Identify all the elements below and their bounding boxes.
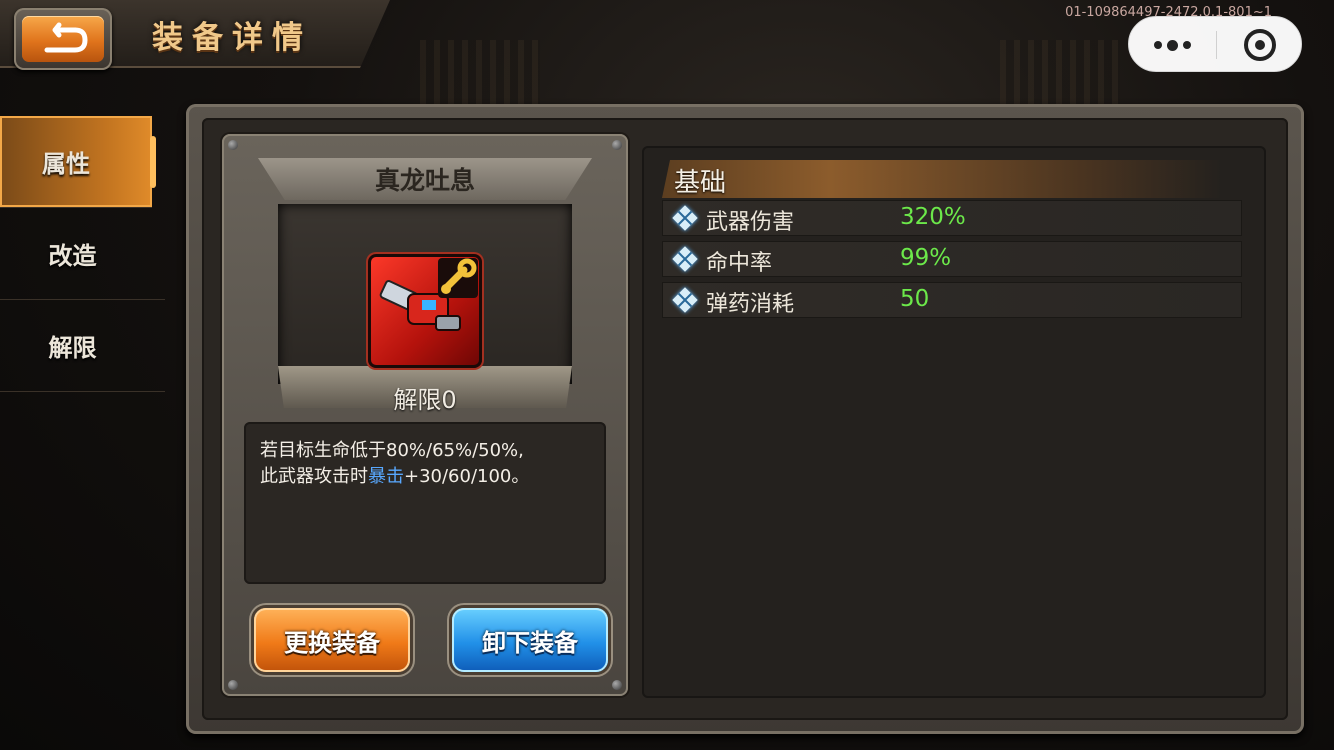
description-line: 若目标生命低于80%/65%/50%, bbox=[260, 440, 524, 461]
item-name-plate: 真龙吐息 bbox=[258, 158, 592, 200]
item-description: 若目标生命低于80%/65%/50%, 此武器攻击时暴击+30/60/100。 bbox=[244, 422, 606, 584]
more-dots-icon bbox=[1167, 39, 1178, 51]
section-title: 基础 bbox=[674, 168, 727, 198]
stat-row: 武器伤害 320% bbox=[662, 200, 1242, 236]
more-button[interactable] bbox=[1129, 17, 1216, 73]
rivet-decor bbox=[612, 680, 622, 690]
more-dots-icon bbox=[1154, 41, 1162, 49]
sidebar-item-unlock[interactable]: 解限 bbox=[0, 300, 165, 392]
sidebar-item-label: 改造 bbox=[48, 242, 97, 270]
rivet-decor bbox=[228, 140, 238, 150]
stat-value: 320% bbox=[900, 204, 966, 230]
stat-row: 命中率 99% bbox=[662, 241, 1242, 277]
target-circle-icon bbox=[1244, 29, 1276, 61]
diamond-bullet-icon bbox=[672, 205, 698, 231]
page-title: 装备详情 bbox=[152, 20, 312, 56]
sidebar: 属性 改造 解限 bbox=[0, 116, 165, 392]
description-text: 此武器攻击时 bbox=[260, 466, 368, 487]
more-dots-icon bbox=[1183, 41, 1191, 49]
diamond-bullet-icon bbox=[672, 246, 698, 272]
wrench-icon bbox=[438, 258, 478, 298]
stat-value: 50 bbox=[900, 286, 930, 312]
stat-row: 弹药消耗 50 bbox=[662, 282, 1242, 318]
rivet-decor bbox=[612, 140, 622, 150]
unequip-label: 卸下装备 bbox=[482, 628, 578, 657]
critical-keyword: 暴击 bbox=[368, 466, 404, 487]
back-arrow-icon bbox=[22, 16, 104, 62]
unlock-level-label: 解限0 bbox=[393, 386, 457, 414]
description-text: +30/60/100。 bbox=[404, 466, 530, 487]
item-icon-button[interactable] bbox=[368, 254, 482, 368]
item-card: 真龙吐息 解限0 若目标生命低于80%/65%/50%, 此武器攻击时暴击+30… bbox=[222, 134, 628, 696]
item-name: 真龙吐息 bbox=[374, 166, 475, 195]
replace-equipment-button[interactable]: 更换装备 bbox=[254, 608, 410, 672]
section-header: 基础 bbox=[662, 160, 1222, 198]
replace-equipment-label: 更换装备 bbox=[284, 628, 380, 657]
back-button[interactable] bbox=[14, 8, 112, 70]
close-miniprogram-button[interactable] bbox=[1217, 17, 1303, 73]
sidebar-item-modify[interactable]: 改造 bbox=[0, 208, 165, 300]
unequip-button[interactable]: 卸下装备 bbox=[452, 608, 608, 672]
sidebar-item-label: 解限 bbox=[48, 334, 97, 362]
sidebar-item-attributes[interactable]: 属性 bbox=[0, 116, 156, 208]
stat-label: 武器伤害 bbox=[706, 210, 795, 235]
stat-value: 99% bbox=[900, 245, 952, 271]
sidebar-item-label: 属性 bbox=[42, 150, 90, 178]
stats-panel: 基础 武器伤害 320% 命中率 99% 弹药消耗 50 bbox=[642, 146, 1266, 698]
description-line: 此武器攻击时暴击+30/60/100。 bbox=[260, 464, 590, 490]
stat-label: 弹药消耗 bbox=[706, 292, 795, 317]
diamond-bullet-icon bbox=[672, 287, 698, 313]
rivet-decor bbox=[228, 680, 238, 690]
stat-label: 命中率 bbox=[706, 251, 773, 276]
miniprogram-capsule bbox=[1128, 16, 1302, 72]
